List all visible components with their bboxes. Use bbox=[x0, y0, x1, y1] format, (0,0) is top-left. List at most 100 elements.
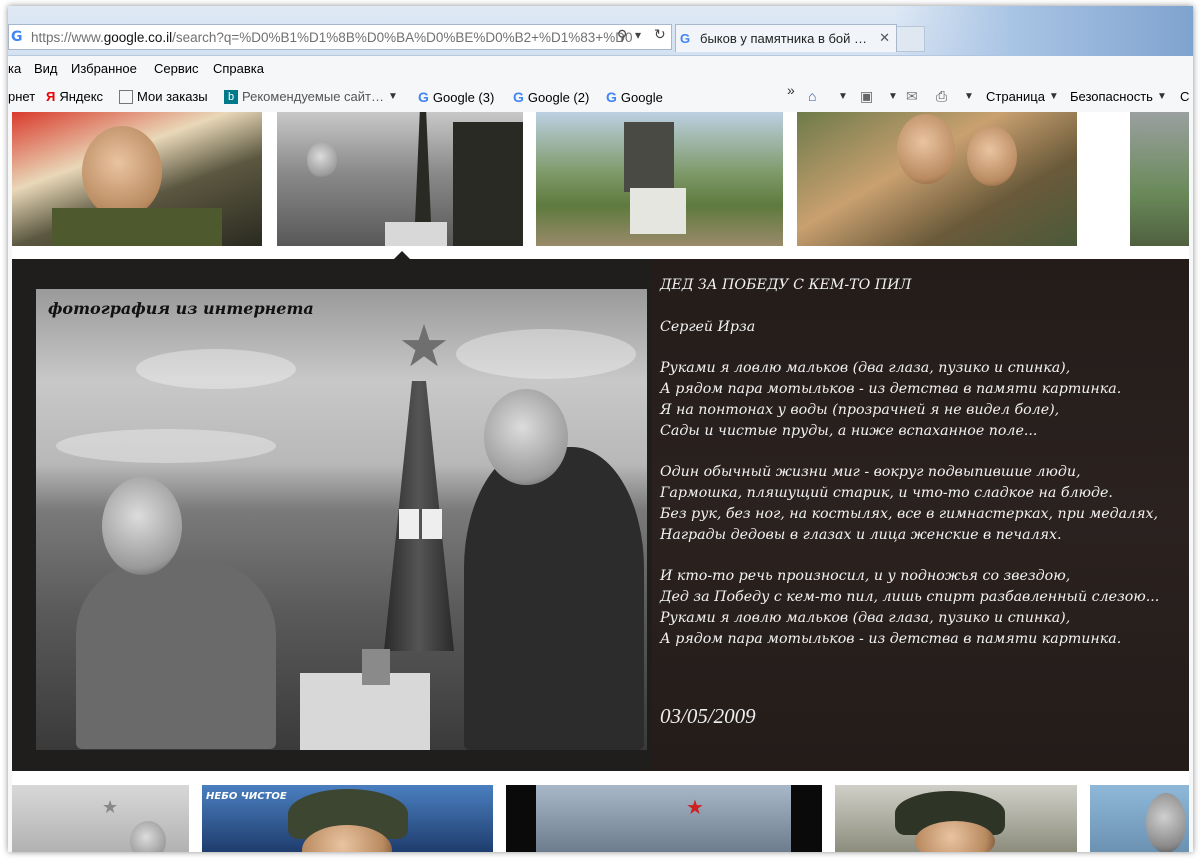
search-icon[interactable]: ⚲ bbox=[617, 28, 627, 44]
star-icon: ★ bbox=[102, 797, 119, 818]
home-icon[interactable]: ⌂ bbox=[808, 88, 816, 104]
menu-item-help[interactable]: Справка bbox=[213, 61, 264, 76]
poem-line: Руками я ловлю мальков (два глаза, пузик… bbox=[660, 609, 1071, 626]
chevron-down-icon[interactable]: ▼ bbox=[964, 91, 974, 102]
thumbnail-uniform bbox=[52, 208, 222, 246]
poem-author: Сергей Ирза bbox=[660, 318, 756, 335]
image-thumbnail-selected[interactable] bbox=[277, 112, 523, 246]
tools-menu-cut[interactable]: С bbox=[1180, 89, 1189, 104]
thumbnail-face bbox=[130, 821, 166, 852]
photo-caption: фотография из интернета bbox=[48, 299, 314, 318]
google-icon: G bbox=[606, 89, 617, 105]
menu-item-tools[interactable]: Сервис bbox=[154, 61, 199, 76]
poem-line: Сады и чистые пруды, а ниже вспаханное п… bbox=[660, 422, 1038, 439]
fav-internet[interactable]: рнет bbox=[8, 89, 35, 104]
address-url[interactable]: https://www.google.co.il/search?q=%D0%B1… bbox=[31, 30, 632, 45]
cloud-shape bbox=[56, 429, 276, 463]
poem-line: Я на понтонах у воды (прозрачней я не ви… bbox=[660, 401, 1060, 418]
mail-icon[interactable]: ✉ bbox=[906, 88, 918, 105]
image-thumbnail[interactable]: НЕБО ЧИСТОЕ bbox=[202, 785, 493, 852]
thumbnail-image bbox=[536, 785, 791, 852]
tab-google-search[interactable]: G быков у памятника в бой … ✕ bbox=[675, 24, 897, 52]
fav-yandex[interactable]: Я Яндекс bbox=[46, 89, 103, 104]
image-thumbnail[interactable] bbox=[797, 112, 1077, 246]
cloud-shape bbox=[456, 329, 636, 379]
address-bar[interactable]: G https://www.google.co.il/search?q=%D0%… bbox=[8, 24, 672, 50]
poem-date: 03/05/2009 bbox=[660, 704, 756, 728]
fav-recommended[interactable]: b Рекомендуемые сайт… ▼ bbox=[224, 89, 398, 104]
security-menu[interactable]: Безопасность ▼ bbox=[1070, 89, 1167, 104]
menu-item-edit[interactable]: ка bbox=[8, 61, 21, 76]
image-thumbnail[interactable] bbox=[1090, 785, 1189, 852]
glass bbox=[362, 649, 390, 685]
young-soldier-face bbox=[102, 477, 182, 575]
poem-text: ДЕД ЗА ПОБЕДУ С КЕМ-ТО ПИЛ Сергей Ирза Р… bbox=[660, 275, 1180, 649]
poem-line: Без рук, без ног, на костылях, все в гим… bbox=[660, 505, 1158, 522]
tab-title: быков у памятника в бой … bbox=[700, 31, 868, 46]
address-dropdown-icon[interactable]: ▾ bbox=[635, 28, 641, 42]
image-thumbnail[interactable]: ★ bbox=[506, 785, 822, 852]
thumbnail-face bbox=[82, 126, 162, 218]
star-icon: ★ bbox=[398, 312, 450, 380]
poem-line: А рядом пара мотыльков - из детства в па… bbox=[660, 630, 1122, 647]
chevron-down-icon[interactable]: ▼ bbox=[888, 91, 898, 102]
image-thumbnail[interactable] bbox=[536, 112, 783, 246]
orders-icon bbox=[119, 89, 133, 104]
old-man-body bbox=[464, 447, 644, 750]
thumbnail-face bbox=[897, 114, 955, 184]
poem-line: Дед за Победу с кем-то пил, лишь спирт р… bbox=[660, 588, 1160, 605]
browser-window: G https://www.google.co.il/search?q=%D0%… bbox=[8, 6, 1193, 852]
poem-line: И кто-то речь произносил, и у подножья с… bbox=[660, 568, 1071, 585]
bing-icon: b bbox=[224, 89, 238, 104]
refresh-icon[interactable]: ↻ bbox=[654, 27, 666, 43]
star-icon: ★ bbox=[686, 795, 704, 819]
fav-orders[interactable]: Мои заказы bbox=[119, 89, 208, 104]
chevron-down-icon[interactable]: ▼ bbox=[838, 91, 848, 102]
poem-line: Руками я ловлю мальков (два глаза, пузик… bbox=[660, 360, 1071, 377]
chevron-down-icon: ▼ bbox=[1156, 91, 1167, 102]
thumbnail-table bbox=[385, 222, 447, 246]
thumbnail-face bbox=[1146, 793, 1186, 852]
google-favicon-icon: G bbox=[11, 29, 23, 45]
portrait-photo bbox=[422, 509, 442, 539]
poem-title: ДЕД ЗА ПОБЕДУ С КЕМ-ТО ПИЛ bbox=[660, 277, 912, 293]
address-bar-row: G https://www.google.co.il/search?q=%D0%… bbox=[8, 6, 1193, 56]
chevron-down-icon[interactable]: ▼ bbox=[388, 91, 398, 102]
thumbnail-face bbox=[967, 126, 1017, 186]
preview-photo[interactable]: ★ фотография из интернета bbox=[36, 289, 647, 750]
more-favorites-icon[interactable]: » bbox=[787, 82, 795, 98]
poem-line: Гармошка, пляшущий старик, и что-то слад… bbox=[660, 484, 1113, 501]
google-icon: G bbox=[418, 89, 429, 105]
google-tab-icon: G bbox=[680, 31, 691, 46]
new-tab-button[interactable] bbox=[897, 26, 925, 52]
favorites-bar: рнет Я Яндекс Мои заказы b Рекомендуемые с… bbox=[8, 82, 1193, 112]
menu-item-view[interactable]: Вид bbox=[34, 61, 58, 76]
fav-google-2[interactable]: G Google (2) bbox=[513, 89, 589, 105]
close-icon[interactable]: ✕ bbox=[879, 30, 890, 46]
image-thumbnail[interactable] bbox=[835, 785, 1077, 852]
thumbnail-pedestal bbox=[630, 188, 686, 234]
thumbnail-obelisk bbox=[415, 112, 431, 222]
image-thumbnail[interactable] bbox=[1130, 112, 1189, 246]
obelisk bbox=[384, 381, 454, 651]
fav-google[interactable]: G Google bbox=[606, 89, 663, 105]
yandex-icon: Я bbox=[46, 89, 56, 104]
thumbnail-statue bbox=[624, 122, 674, 192]
fav-google-3[interactable]: G Google (3) bbox=[418, 89, 494, 105]
poem-line: А рядом пара мотыльков - из детства в па… bbox=[660, 380, 1122, 397]
young-soldier-body bbox=[76, 559, 276, 749]
print-icon[interactable]: ⎙ bbox=[936, 88, 947, 105]
thumbnail-caption: НЕБО ЧИСТОЕ bbox=[206, 791, 287, 802]
image-thumbnail[interactable] bbox=[12, 112, 262, 246]
image-results: ★ фотография из интернета ДЕД ЗА ПОБЕДУ … bbox=[12, 112, 1189, 852]
page-menu[interactable]: Страница ▼ bbox=[986, 89, 1059, 104]
thumbnail-face bbox=[307, 142, 337, 178]
rss-icon[interactable]: ▣ bbox=[860, 88, 873, 105]
menu-bar: ка Вид Избранное Сервис Справка bbox=[8, 56, 1193, 82]
google-icon: G bbox=[513, 89, 524, 105]
chevron-down-icon: ▼ bbox=[1048, 91, 1059, 102]
image-thumbnail[interactable]: ★ bbox=[12, 785, 189, 852]
poem-line: Один обычный жизни миг - вокруг подвыпив… bbox=[660, 464, 1081, 481]
menu-item-favorites[interactable]: Избранное bbox=[71, 61, 137, 76]
thumbnail-man bbox=[453, 122, 523, 246]
